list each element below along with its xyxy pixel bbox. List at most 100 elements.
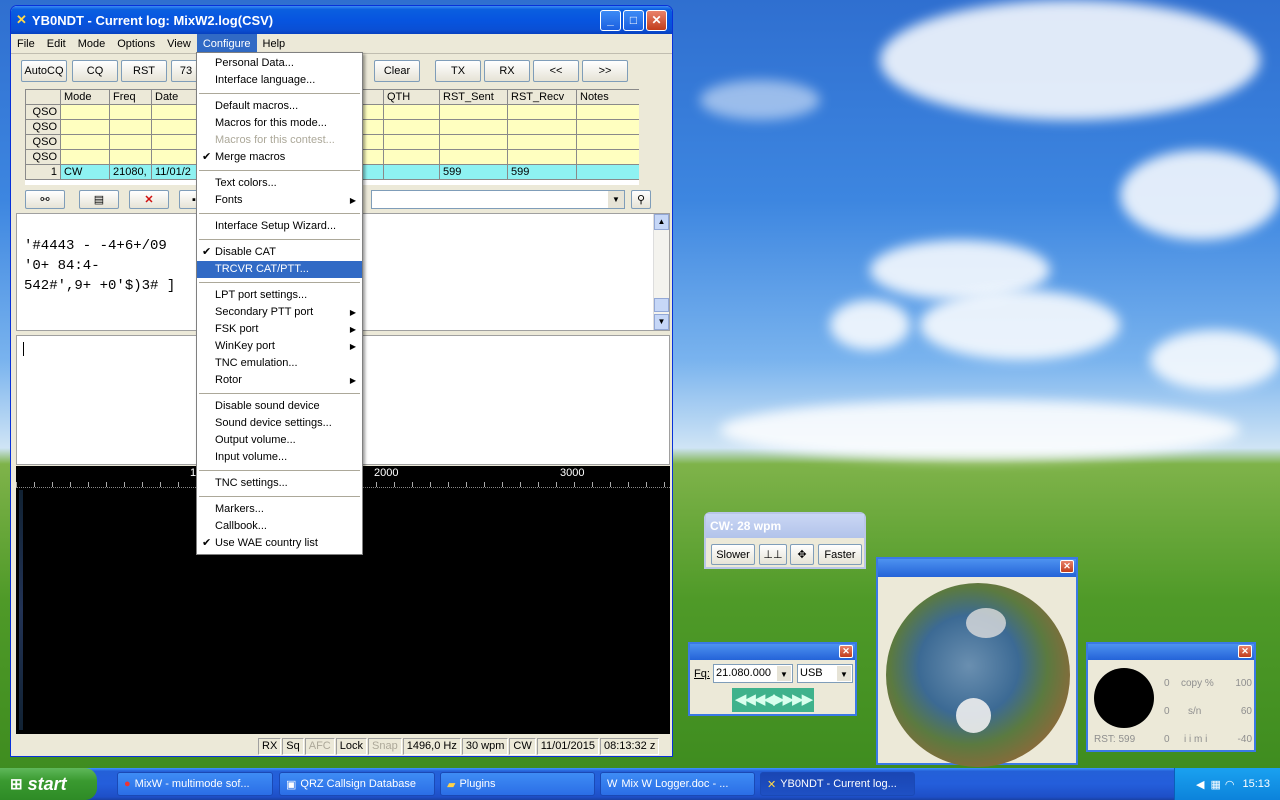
status-cell[interactable]: Snap xyxy=(368,738,402,755)
status-cell[interactable]: AFC xyxy=(304,738,335,755)
log-cell[interactable] xyxy=(383,104,440,120)
log-cell[interactable] xyxy=(576,134,639,150)
callsign-combo[interactable]: ▼ xyxy=(371,190,625,209)
faster-button[interactable]: Faster xyxy=(818,544,862,565)
log-cell[interactable] xyxy=(151,134,198,150)
binoculars-icon[interactable]: ⚯ xyxy=(25,190,65,209)
menu-file[interactable]: File xyxy=(11,34,41,54)
configure-menu-item[interactable]: Input volume... xyxy=(197,449,362,466)
task-qrz[interactable]: ▣ QRZ Callsign Database xyxy=(279,772,435,796)
log-cell[interactable] xyxy=(151,149,198,165)
log-cell[interactable]: 599 xyxy=(507,164,577,180)
rx-button[interactable]: RX xyxy=(484,60,530,82)
tx-button[interactable]: TX xyxy=(435,60,481,82)
log-cell[interactable] xyxy=(109,119,152,135)
menu-help[interactable]: Help xyxy=(257,34,292,54)
column-header[interactable]: QTH xyxy=(383,89,440,105)
start-button[interactable]: ⊞ start xyxy=(0,768,97,800)
log-cell[interactable] xyxy=(507,149,577,165)
close-icon[interactable]: ✕ xyxy=(839,645,853,658)
status-cell[interactable]: 11/01/2015 xyxy=(536,738,599,755)
log-cell[interactable]: CW xyxy=(60,164,110,180)
status-cell[interactable]: Lock xyxy=(335,738,367,755)
log-cell[interactable] xyxy=(507,104,577,120)
log-cell[interactable] xyxy=(60,104,110,120)
column-header[interactable]: RST_Recv xyxy=(507,89,577,105)
configure-menu-item[interactable]: Default macros... xyxy=(197,98,362,115)
clock[interactable]: 15:13 xyxy=(1242,778,1270,790)
log-cell[interactable] xyxy=(60,134,110,150)
log-cell[interactable] xyxy=(576,104,639,120)
status-cell[interactable]: Sq xyxy=(282,738,304,755)
configure-menu-item[interactable]: Personal Data... xyxy=(197,55,362,72)
chevron-down-icon[interactable]: ▼ xyxy=(837,666,851,681)
log-cell[interactable] xyxy=(60,149,110,165)
delete-icon[interactable]: ✕ xyxy=(129,190,169,209)
task-word-doc[interactable]: W Mix W Logger.doc - ... xyxy=(600,772,755,796)
status-cell[interactable]: 1496,0 Hz xyxy=(402,738,461,755)
configure-menu-item[interactable]: Interface Setup Wizard... xyxy=(197,218,362,235)
autocq-button[interactable]: AutoCQ xyxy=(21,60,67,82)
configure-menu-item[interactable]: ✔ Use WAE country list xyxy=(197,535,362,552)
column-header[interactable] xyxy=(25,89,61,105)
log-cell[interactable] xyxy=(383,149,440,165)
column-header[interactable]: Freq xyxy=(109,89,152,105)
cq-button[interactable]: CQ xyxy=(72,60,118,82)
configure-menu-item[interactable]: Macros for this mode... xyxy=(197,115,362,132)
close-icon[interactable]: ✕ xyxy=(1238,645,1252,658)
log-cell[interactable] xyxy=(109,104,152,120)
column-header[interactable]: Date xyxy=(151,89,198,105)
vertical-scrollbar[interactable]: ▲ ▼ xyxy=(653,214,669,330)
configure-menu-item[interactable]: Rotor ▶ xyxy=(197,372,362,389)
configure-menu-item[interactable]: Markers... xyxy=(197,501,362,518)
log-cell[interactable] xyxy=(109,149,152,165)
log-cell[interactable]: 21080, xyxy=(109,164,152,180)
maximize-button[interactable]: □ xyxy=(623,9,644,31)
configure-menu-item[interactable]: Sound device settings... xyxy=(197,415,362,432)
close-icon[interactable]: ✕ xyxy=(1060,560,1074,573)
status-cell[interactable]: 30 wpm xyxy=(461,738,509,755)
scroll-down-icon[interactable]: ▼ xyxy=(654,314,669,330)
status-cell[interactable]: RX xyxy=(258,738,282,755)
chevron-down-icon[interactable]: ▼ xyxy=(777,666,791,681)
minimize-button[interactable]: _ xyxy=(600,9,621,31)
configure-menu-item[interactable]: Disable sound device xyxy=(197,398,362,415)
scroll-up-icon[interactable]: ▲ xyxy=(654,214,669,230)
status-cell[interactable]: CW xyxy=(509,738,536,755)
log-cell[interactable] xyxy=(383,134,440,150)
log-cell[interactable] xyxy=(151,119,198,135)
network-icon[interactable]: ▦ xyxy=(1210,778,1220,791)
log-cell[interactable] xyxy=(383,119,440,135)
configure-menu-item[interactable]: Secondary PTT port ▶ xyxy=(197,304,362,321)
close-button[interactable]: ✕ xyxy=(646,9,667,31)
column-header[interactable]: RST_Sent xyxy=(439,89,508,105)
log-cell[interactable] xyxy=(439,104,508,120)
frequency-select[interactable]: 21.080.000 ▼ xyxy=(713,664,793,683)
configure-menu-item[interactable]: Interface language... xyxy=(197,72,362,89)
menu-view[interactable]: View xyxy=(161,34,197,54)
menu-configure[interactable]: Configure xyxy=(196,33,257,54)
move-icon[interactable]: ✥ xyxy=(790,544,814,565)
log-cell[interactable] xyxy=(383,164,440,180)
menu-edit[interactable]: Edit xyxy=(41,34,72,54)
wireless-icon[interactable]: ◠ xyxy=(1225,778,1235,791)
configure-menu-item[interactable]: LPT port settings... xyxy=(197,287,362,304)
log-cell[interactable] xyxy=(109,134,152,150)
configure-menu-item[interactable]: Text colors... xyxy=(197,175,362,192)
tray-arrow-icon[interactable]: ◀ xyxy=(1196,778,1204,791)
prev-macro-button[interactable]: << xyxy=(533,60,579,82)
menu-options[interactable]: Options xyxy=(111,34,161,54)
task-plugins[interactable]: ▰ Plugins xyxy=(440,772,595,796)
configure-menu-item[interactable]: ✔ Disable CAT xyxy=(197,244,362,261)
key-icon[interactable]: ⊥⊥ xyxy=(759,544,787,565)
scroll-thumb[interactable] xyxy=(654,298,669,312)
log-cell[interactable] xyxy=(60,119,110,135)
log-cell[interactable] xyxy=(439,149,508,165)
log-cell[interactable] xyxy=(576,149,639,165)
title-bar[interactable]: ✕ YB0NDT - Current log: MixW2.log(CSV) _… xyxy=(11,6,672,34)
configure-menu-item[interactable]: Fonts ▶ xyxy=(197,192,362,209)
rst-button[interactable]: RST xyxy=(121,60,167,82)
task-mixw-log[interactable]: ✕ YB0NDT - Current log... xyxy=(760,772,915,796)
log-cell[interactable]: 599 xyxy=(439,164,508,180)
log-cell[interactable] xyxy=(439,119,508,135)
